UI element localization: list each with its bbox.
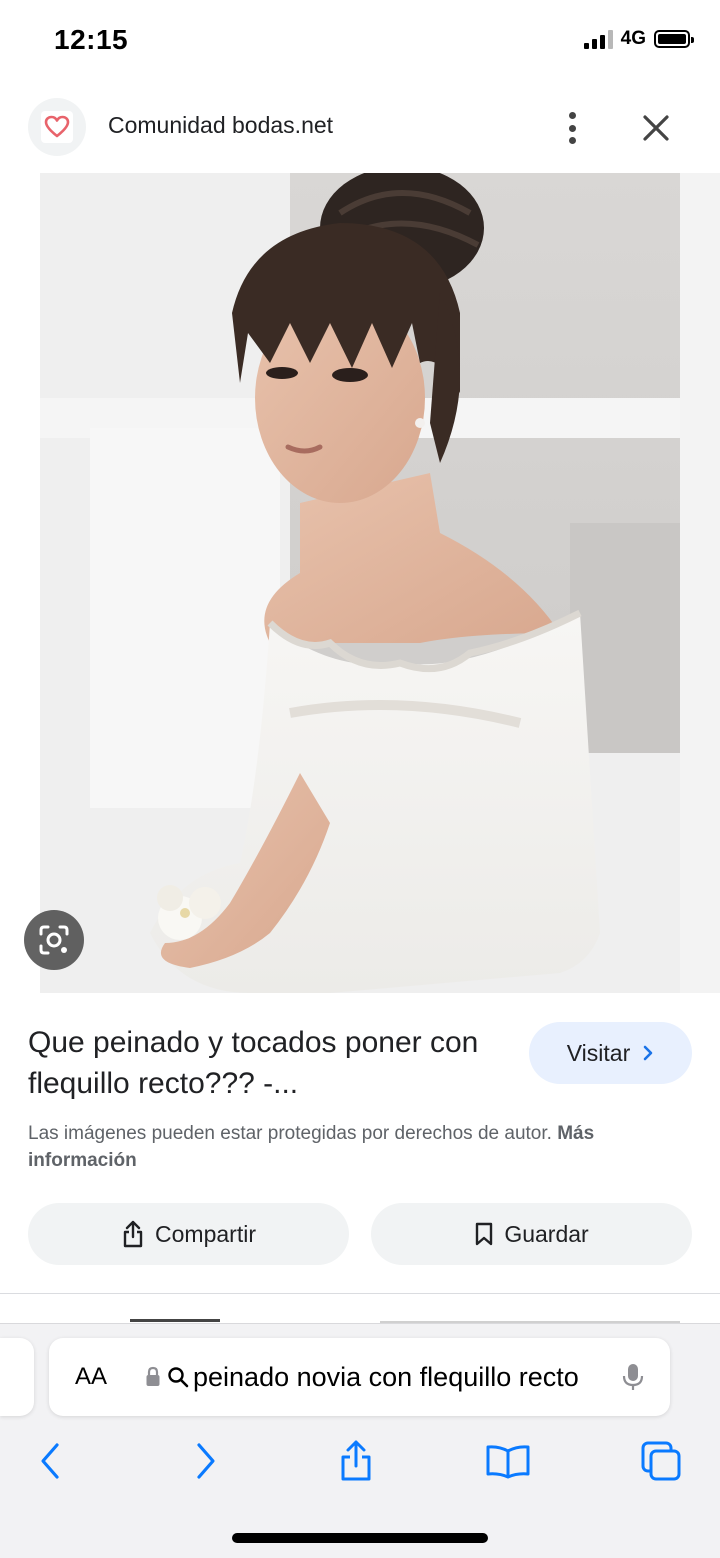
more-options-icon[interactable] [558, 108, 586, 148]
next-result-peek [0, 1294, 720, 1324]
tabs-icon[interactable] [636, 1436, 686, 1486]
forward-icon[interactable] [181, 1436, 231, 1486]
previous-tab-peek[interactable] [0, 1338, 34, 1416]
battery-icon [654, 30, 694, 48]
google-lens-icon[interactable] [24, 910, 84, 970]
bookmarks-icon[interactable] [483, 1436, 533, 1486]
network-type: 4G [620, 28, 646, 49]
status-time: 12:15 [54, 24, 129, 55]
share-button[interactable]: Compartir [28, 1203, 349, 1265]
lock-icon [146, 1366, 160, 1386]
save-button[interactable]: Guardar [371, 1203, 692, 1265]
back-icon[interactable] [25, 1436, 75, 1486]
share-icon [123, 1220, 143, 1248]
copyright-notice: Las imágenes pueden estar protegidas por… [28, 1120, 688, 1174]
source-logo[interactable] [28, 98, 86, 156]
address-bar[interactable]: AA peinado novia con flequillo recto [49, 1338, 670, 1416]
visit-label: Visitar [566, 1039, 631, 1066]
bookmark-icon [476, 1222, 493, 1246]
url-query-text[interactable]: peinado novia con flequillo recto [193, 1362, 593, 1393]
heart-icon [41, 111, 73, 143]
reader-settings-button[interactable]: AA [75, 1363, 119, 1391]
share-label: Compartir [155, 1220, 256, 1247]
microphone-icon[interactable] [622, 1362, 644, 1392]
home-indicator [232, 1533, 488, 1543]
search-icon [168, 1367, 189, 1388]
result-title[interactable]: Que peinado y tocados poner con flequill… [28, 1022, 498, 1104]
close-icon[interactable] [636, 108, 676, 148]
share-icon[interactable] [331, 1436, 381, 1486]
status-indicators: 4G [583, 28, 694, 50]
source-name[interactable]: Comunidad bodas.net [108, 112, 333, 139]
result-image[interactable] [0, 173, 720, 993]
copyright-text: Las imágenes pueden estar protegidas por… [28, 1123, 552, 1144]
save-label: Guardar [504, 1220, 589, 1247]
chevron-right-icon [643, 1045, 653, 1061]
signal-icon [583, 29, 613, 49]
visit-button[interactable]: Visitar [529, 1022, 692, 1084]
